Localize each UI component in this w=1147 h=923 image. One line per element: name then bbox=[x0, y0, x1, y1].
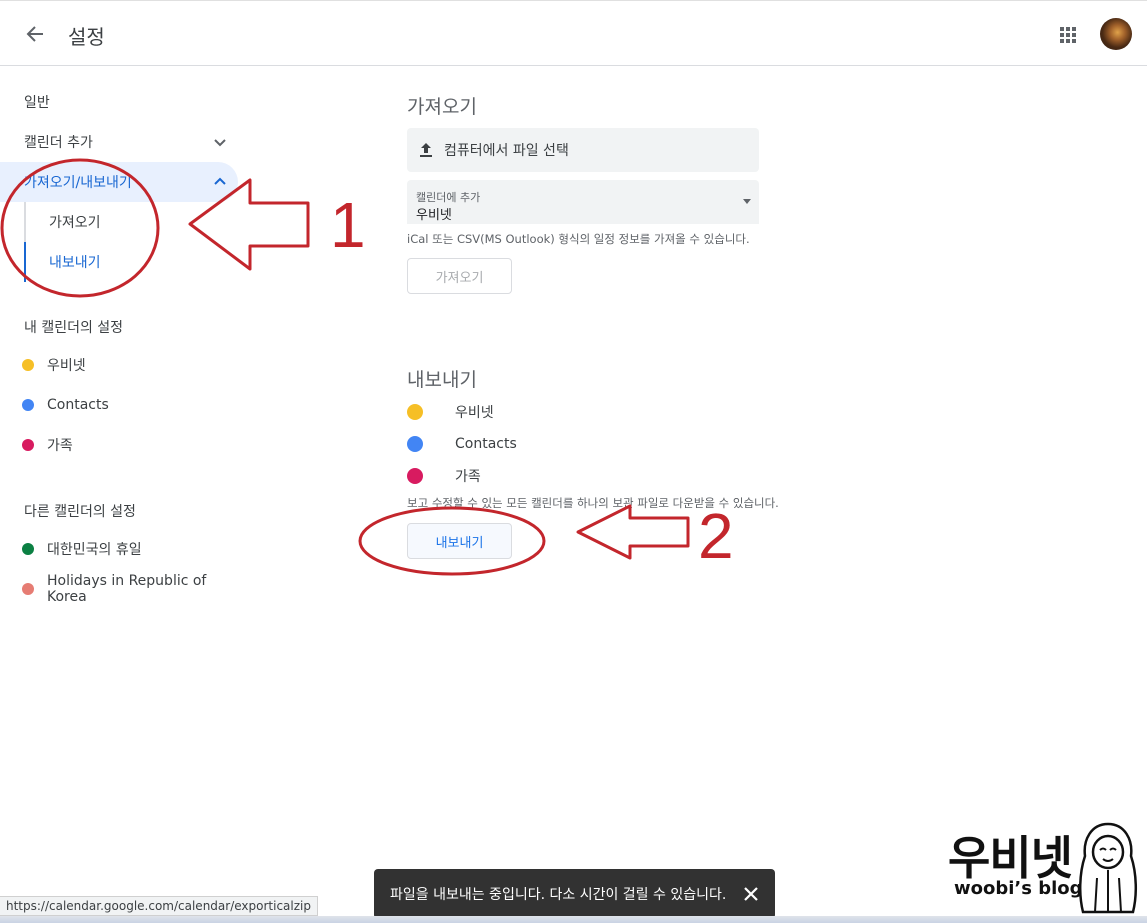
annotation-label-2: 2 bbox=[698, 500, 734, 572]
sidebar-item-label: 일반 bbox=[24, 95, 50, 111]
calendar-name: 가족 bbox=[455, 469, 481, 485]
calendar-color-dot bbox=[22, 359, 34, 371]
chevron-up-icon bbox=[214, 177, 226, 185]
sidebar-item-add-calendar[interactable]: 캘린더 추가 bbox=[0, 122, 238, 162]
apps-grid-icon bbox=[1060, 27, 1076, 43]
sidebar-item-import-export[interactable]: 가져오기/내보내기 bbox=[0, 162, 238, 202]
sidebar-subitem-label: 가져오기 bbox=[49, 215, 101, 231]
other-calendars-heading: 다른 캘린더의 설정 bbox=[24, 504, 136, 520]
export-calendar-item: Contacts bbox=[407, 432, 517, 456]
calendar-name: Holidays in Republic of Korea bbox=[47, 573, 207, 605]
sidebar-calendar-item[interactable]: 대한민국의 휴일 bbox=[0, 529, 238, 569]
settings-page: 설정 일반 캘린더 추가 가져오기/내보내기 가져오기 내보내기 내 캘린더의 … bbox=[0, 0, 1147, 923]
select-value: 우비넷 bbox=[416, 208, 452, 223]
sidebar-item-label: 가져오기/내보내기 bbox=[24, 175, 132, 191]
select-file-label: 컴퓨터에서 파일 선택 bbox=[444, 143, 569, 159]
sidebar-calendar-item[interactable]: Holidays in Republic of Korea bbox=[0, 569, 238, 609]
close-icon[interactable] bbox=[741, 884, 761, 904]
select-label: 캘린더에 추가 bbox=[416, 191, 481, 204]
calendar-name: Contacts bbox=[47, 397, 109, 413]
dropdown-caret-icon bbox=[743, 199, 751, 204]
calendar-color-dot bbox=[22, 583, 34, 595]
raincoat-mascot-icon bbox=[1079, 822, 1137, 914]
sidebar-calendar-item[interactable]: Contacts bbox=[0, 385, 238, 425]
sidebar-calendar-item[interactable]: 우비넷 bbox=[0, 345, 238, 385]
annotation-label-1: 1 bbox=[330, 189, 366, 261]
back-button[interactable] bbox=[20, 19, 50, 49]
export-snackbar: 파일을 내보내는 중입니다. 다소 시간이 걸릴 수 있습니다. bbox=[374, 869, 775, 919]
calendar-name: 우비넷 bbox=[47, 358, 86, 374]
import-button[interactable]: 가져오기 bbox=[407, 258, 512, 294]
sidebar-subitem-export[interactable]: 내보내기 bbox=[24, 242, 238, 282]
sidebar-item-general[interactable]: 일반 bbox=[0, 82, 238, 122]
watermark-subtitle: woobi’s blog bbox=[954, 878, 1083, 899]
calendar-color-dot bbox=[407, 404, 423, 420]
bottom-edge bbox=[0, 916, 1147, 923]
export-button[interactable]: 내보내기 bbox=[407, 523, 512, 559]
select-file-button[interactable]: 컴퓨터에서 파일 선택 bbox=[407, 128, 759, 172]
sidebar-subitem-import[interactable]: 가져오기 bbox=[24, 202, 238, 242]
snackbar-message: 파일을 내보내는 중입니다. 다소 시간이 걸릴 수 있습니다. bbox=[390, 887, 727, 903]
apps-button[interactable] bbox=[1054, 21, 1082, 49]
calendar-name: Contacts bbox=[455, 436, 517, 452]
upload-icon bbox=[420, 143, 432, 157]
account-avatar[interactable] bbox=[1100, 18, 1132, 50]
browser-status-url: https://calendar.google.com/calendar/exp… bbox=[0, 896, 318, 916]
target-calendar-select[interactable]: 캘린더에 추가 우비넷 bbox=[407, 180, 759, 224]
import-help-text: iCal 또는 CSV(MS Outlook) 형식의 일정 정보를 가져올 수… bbox=[407, 232, 750, 246]
import-section-title: 가져오기 bbox=[407, 96, 477, 118]
settings-sidebar: 일반 캘린더 추가 가져오기/내보내기 가져오기 내보내기 내 캘린더의 설정 … bbox=[0, 66, 250, 626]
export-section-title: 내보내기 bbox=[407, 369, 477, 391]
page-title: 설정 bbox=[68, 25, 105, 49]
sidebar-item-label: 캘린더 추가 bbox=[24, 135, 93, 151]
calendar-color-dot bbox=[22, 399, 34, 411]
calendar-color-dot bbox=[407, 468, 423, 484]
my-calendars-heading: 내 캘린더의 설정 bbox=[24, 320, 124, 336]
calendar-color-dot bbox=[22, 439, 34, 451]
sidebar-calendar-item[interactable]: 가족 bbox=[0, 425, 238, 465]
calendar-color-dot bbox=[407, 436, 423, 452]
chevron-down-icon bbox=[214, 139, 226, 147]
arrow-back-icon bbox=[26, 26, 43, 42]
export-calendar-item: 가족 bbox=[407, 464, 481, 488]
app-header: 설정 bbox=[0, 0, 1147, 66]
calendar-name: 우비넷 bbox=[455, 405, 494, 421]
calendar-color-dot bbox=[22, 543, 34, 555]
calendar-name: 대한민국의 휴일 bbox=[47, 542, 142, 558]
annotation-arrow-2 bbox=[576, 504, 690, 560]
sidebar-subitem-label: 내보내기 bbox=[49, 255, 101, 271]
export-calendar-item: 우비넷 bbox=[407, 400, 494, 424]
calendar-name: 가족 bbox=[47, 438, 73, 454]
